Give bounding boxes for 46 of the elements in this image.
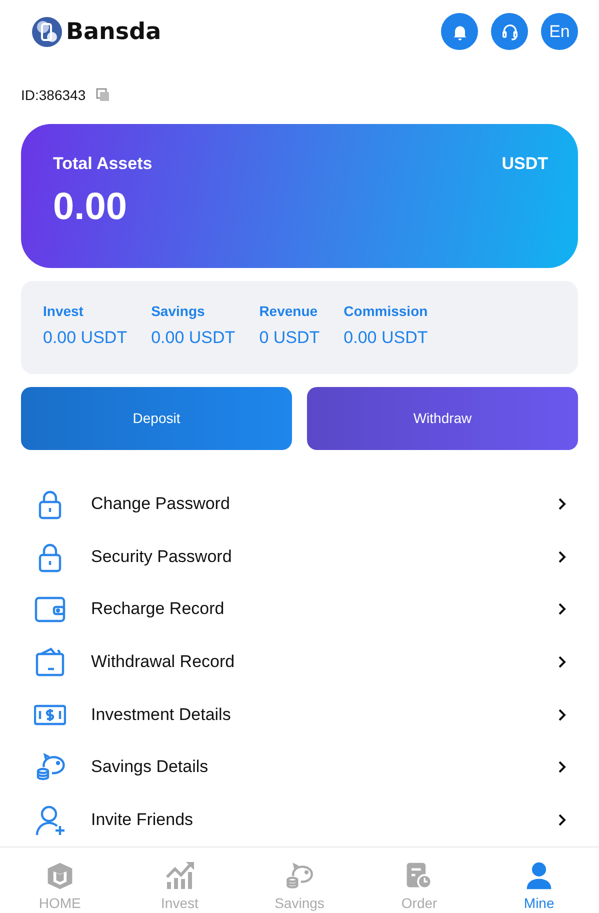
chevron-right-icon [557, 812, 567, 828]
user-id: ID:386343 [21, 86, 86, 103]
stat-label: Commission [344, 302, 428, 319]
stat-label: Savings [151, 302, 206, 319]
menu-item[interactable]: Savings Details [0, 740, 599, 794]
menu-label: Security Password [91, 546, 233, 567]
chevron-right-icon [557, 706, 567, 723]
chevron-right-icon [557, 654, 567, 670]
deposit-button[interactable]: Deposit [21, 386, 292, 450]
support-button[interactable] [491, 13, 528, 50]
tab[interactable]: Mine [479, 848, 599, 913]
language-button[interactable]: En [541, 13, 578, 50]
stat-label: Invest [43, 302, 84, 319]
logo-icon [31, 16, 63, 48]
menu-item[interactable]: Change Password [0, 478, 599, 530]
stat-value: 0.00 USDT [43, 328, 128, 348]
menu-item[interactable]: Invite Friends [0, 793, 599, 846]
chevron-right-icon [557, 759, 567, 776]
menu-label: Change Password [91, 494, 231, 514]
brand-name: Bansda [66, 18, 162, 45]
wallet-icon [34, 646, 66, 678]
menu-label: Recharge Record [91, 599, 226, 620]
stat-value: 0.00 USDT [151, 328, 236, 348]
stat-label: Revenue [259, 302, 319, 319]
menu-label: Investment Details [91, 704, 232, 725]
stat-value: 0 USDT [259, 328, 320, 348]
chart-icon [164, 859, 196, 892]
menu-label: Savings Details [91, 757, 210, 778]
menu-item[interactable]: Investment Details [0, 688, 599, 741]
menu-item[interactable]: Withdrawal Record [0, 636, 599, 688]
headset-icon [500, 22, 520, 42]
withdraw-button[interactable]: Withdraw [307, 386, 578, 450]
menu-label: Withdrawal Record [91, 652, 236, 672]
menu-item[interactable]: Security Password [0, 530, 599, 584]
currency-label: USDT [502, 154, 548, 174]
notification-button[interactable] [441, 13, 478, 50]
stat-value: 0.00 USDT [344, 328, 428, 348]
chevron-right-icon [557, 601, 567, 618]
add-user-icon [34, 804, 66, 836]
chevron-right-icon [557, 496, 567, 512]
menu-item[interactable]: Recharge Record [0, 583, 599, 636]
copy-icon[interactable] [96, 88, 110, 102]
chevron-right-icon [557, 548, 567, 565]
menu-label: Invite Friends [91, 810, 194, 830]
assets-amount: 0.00 [53, 186, 127, 229]
assets-title: Total Assets [53, 154, 152, 174]
